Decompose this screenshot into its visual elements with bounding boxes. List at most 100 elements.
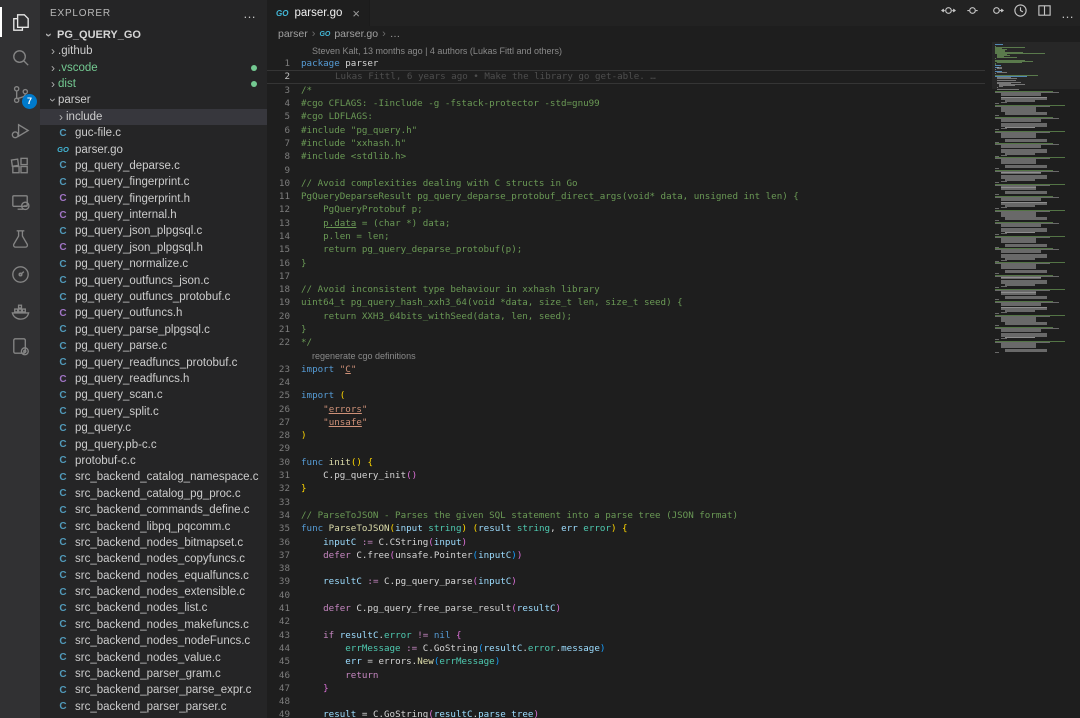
breadcrumb-symbol[interactable]: …: [390, 28, 401, 40]
code-line-42[interactable]: 42: [267, 615, 985, 628]
code-line-22[interactable]: 22*/: [267, 336, 985, 349]
testing-icon[interactable]: [0, 220, 40, 256]
breadcrumb-folder[interactable]: parser: [278, 28, 308, 40]
tree-item-src_backend_catalog_pg_proc.c[interactable]: Csrc_backend_catalog_pg_proc.c: [40, 486, 267, 502]
code-line-39[interactable]: 39 resultC := C.pg_query_parse(inputC): [267, 575, 985, 588]
toggle-file-blame-icon[interactable]: [941, 3, 956, 23]
tree-item-pg_query_json_plpgsql.h[interactable]: Cpg_query_json_plpgsql.h: [40, 240, 267, 256]
close-icon[interactable]: ×: [352, 6, 360, 21]
code-line-49[interactable]: 49 result = C.GoString(resultC.parse_tre…: [267, 708, 985, 718]
tree-item-pg_query.c[interactable]: Cpg_query.c: [40, 420, 267, 436]
code-line-36[interactable]: 36 inputC := C.CString(input): [267, 535, 985, 548]
code-editor[interactable]: Steven Kalt, 13 months ago | 4 authors (…: [267, 42, 1080, 718]
code-line-13[interactable]: 13 p.data = (char *) data;: [267, 217, 985, 230]
code-line-20[interactable]: 20 return XXH3_64bits_withSeed(data, len…: [267, 310, 985, 323]
code-line-8[interactable]: 8#include <stdlib.h>: [267, 150, 985, 163]
code-line-47[interactable]: 47 }: [267, 682, 985, 695]
tree-item-src_backend_parser_gram.c[interactable]: Csrc_backend_parser_gram.c: [40, 666, 267, 682]
tree-item-pg_query_json_plpgsql.c[interactable]: Cpg_query_json_plpgsql.c: [40, 223, 267, 239]
tree-item-.github[interactable]: ›.github: [40, 43, 267, 59]
gitlens-icon[interactable]: [0, 256, 40, 292]
code-line-18[interactable]: 18// Avoid inconsistent type behaviour i…: [267, 283, 985, 296]
tree-item-src_backend_nodes_equalfuncs.c[interactable]: Csrc_backend_nodes_equalfuncs.c: [40, 568, 267, 584]
code-line-38[interactable]: 38: [267, 562, 985, 575]
code-line-2[interactable]: 2Lukas Fittl, 6 years ago • Make the lib…: [267, 70, 985, 83]
breadcrumb[interactable]: parser › GO parser.go › …: [267, 26, 1080, 42]
tree-item-pg_query_internal.h[interactable]: Cpg_query_internal.h: [40, 207, 267, 223]
tree-item-src_backend_nodes_extensible.c[interactable]: Csrc_backend_nodes_extensible.c: [40, 584, 267, 600]
tree-item-pg_query_parse.c[interactable]: Cpg_query_parse.c: [40, 338, 267, 354]
code-lines[interactable]: Steven Kalt, 13 months ago | 4 authors (…: [267, 42, 985, 718]
code-line-4[interactable]: 4#cgo CFLAGS: -Iinclude -g -fstack-prote…: [267, 97, 985, 110]
tree-item-src_backend_libpq_pqcomm.c[interactable]: Csrc_backend_libpq_pqcomm.c: [40, 518, 267, 534]
more-actions-icon[interactable]: …: [243, 6, 257, 21]
tree-item-parser[interactable]: ›parser: [40, 92, 267, 108]
code-line-30[interactable]: 30func init() {: [267, 456, 985, 469]
tree-item-include[interactable]: ›include: [40, 109, 267, 125]
remote-explorer-icon[interactable]: [0, 184, 40, 220]
code-line-31[interactable]: 31 C.pg_query_init(): [267, 469, 985, 482]
toggle-file-changes-icon[interactable]: [989, 3, 1004, 23]
code-line-32[interactable]: 32}: [267, 482, 985, 495]
tree-item-src_backend_catalog_namespace.c[interactable]: Csrc_backend_catalog_namespace.c: [40, 469, 267, 485]
code-line-21[interactable]: 21}: [267, 323, 985, 336]
tree-item-src_backend_parser_parse_expr.c[interactable]: Csrc_backend_parser_parse_expr.c: [40, 682, 267, 698]
code-line-9[interactable]: 9: [267, 163, 985, 176]
more-actions-icon[interactable]: …: [1061, 6, 1074, 21]
docker-icon[interactable]: [0, 292, 40, 328]
code-line-46[interactable]: 46 return: [267, 668, 985, 681]
search-icon[interactable]: [0, 40, 40, 76]
tree-item-protobuf-c.c[interactable]: Cprotobuf-c.c: [40, 453, 267, 469]
tree-item-pg_query_readfuncs.h[interactable]: Cpg_query_readfuncs.h: [40, 371, 267, 387]
tree-item-.vscode[interactable]: ›.vscode: [40, 59, 267, 75]
tree-item-pg_query_fingerprint.c[interactable]: Cpg_query_fingerprint.c: [40, 174, 267, 190]
code-line-15[interactable]: 15 return pg_query_deparse_protobuf(p);: [267, 243, 985, 256]
tree-item-pg_query.pb-c.c[interactable]: Cpg_query.pb-c.c: [40, 436, 267, 452]
code-line-44[interactable]: 44 errMessage := C.GoString(resultC.erro…: [267, 642, 985, 655]
code-line-1[interactable]: 1package parser: [267, 57, 985, 70]
code-line-35[interactable]: 35func ParseToJSON(input string) (result…: [267, 522, 985, 535]
file-history-icon[interactable]: [1013, 3, 1028, 23]
code-line-7[interactable]: 7#include "xxhash.h": [267, 137, 985, 150]
tree-item-pg_query_parse_plpgsql.c[interactable]: Cpg_query_parse_plpgsql.c: [40, 322, 267, 338]
code-line-12[interactable]: 12 PgQueryProtobuf p;: [267, 203, 985, 216]
tree-item-pg_query_readfuncs_protobuf.c[interactable]: Cpg_query_readfuncs_protobuf.c: [40, 354, 267, 370]
code-line-27[interactable]: 27 "unsafe": [267, 416, 985, 429]
tree-item-pg_query_fingerprint.h[interactable]: Cpg_query_fingerprint.h: [40, 191, 267, 207]
tree-item-pg_query_deparse.c[interactable]: Cpg_query_deparse.c: [40, 158, 267, 174]
code-line-45[interactable]: 45 err = errors.New(errMessage): [267, 655, 985, 668]
code-line-37[interactable]: 37 defer C.free(unsafe.Pointer(inputC)): [267, 549, 985, 562]
breadcrumb-file[interactable]: parser.go: [334, 28, 378, 40]
split-editor-icon[interactable]: [1037, 3, 1052, 23]
tree-item-src_backend_nodes_makefuncs.c[interactable]: Csrc_backend_nodes_makefuncs.c: [40, 617, 267, 633]
code-line-25[interactable]: 25import (: [267, 389, 985, 402]
tree-item-guc-file.c[interactable]: Cguc-file.c: [40, 125, 267, 141]
code-line-23[interactable]: 23import "C": [267, 363, 985, 376]
tree-item-pg_query_outfuncs.h[interactable]: Cpg_query_outfuncs.h: [40, 305, 267, 321]
code-line-28[interactable]: 28): [267, 429, 985, 442]
tree-item-pg_query_scan.c[interactable]: Cpg_query_scan.c: [40, 387, 267, 403]
tree-item-src_backend_nodes_nodeFuncs.c[interactable]: Csrc_backend_nodes_nodeFuncs.c: [40, 633, 267, 649]
code-line-43[interactable]: 43 if resultC.error != nil {: [267, 628, 985, 641]
extensions-icon[interactable]: [0, 148, 40, 184]
tree-item-pg_query_normalize.c[interactable]: Cpg_query_normalize.c: [40, 256, 267, 272]
code-line-16[interactable]: 16}: [267, 256, 985, 269]
code-line-34[interactable]: 34// ParseToJSON - Parses the given SQL …: [267, 509, 985, 522]
code-line-48[interactable]: 48: [267, 695, 985, 708]
tab-parser-go[interactable]: GO parser.go ×: [267, 0, 370, 26]
run-debug-icon[interactable]: [0, 112, 40, 148]
code-line-3[interactable]: 3/*: [267, 84, 985, 97]
code-line-33[interactable]: 33: [267, 496, 985, 509]
tree-item-src_backend_nodes_value.c[interactable]: Csrc_backend_nodes_value.c: [40, 649, 267, 665]
code-line-19[interactable]: 19uint64_t pg_query_hash_xxh3_64(void *d…: [267, 296, 985, 309]
code-line-40[interactable]: 40: [267, 589, 985, 602]
project-root-row[interactable]: › PG_QUERY_GO: [40, 26, 267, 43]
code-line-5[interactable]: 5#cgo LDFLAGS:: [267, 110, 985, 123]
explorer-icon[interactable]: [0, 4, 40, 40]
tree-item-src_backend_nodes_bitmapset.c[interactable]: Csrc_backend_nodes_bitmapset.c: [40, 535, 267, 551]
codelens-blame[interactable]: Steven Kalt, 13 months ago | 4 authors (…: [267, 44, 985, 57]
code-line-41[interactable]: 41 defer C.pg_query_free_parse_result(re…: [267, 602, 985, 615]
code-line-17[interactable]: 17: [267, 270, 985, 283]
tree-item-src_backend_parser_parser.c[interactable]: Csrc_backend_parser_parser.c: [40, 699, 267, 715]
todo-settings-icon[interactable]: [0, 328, 40, 364]
